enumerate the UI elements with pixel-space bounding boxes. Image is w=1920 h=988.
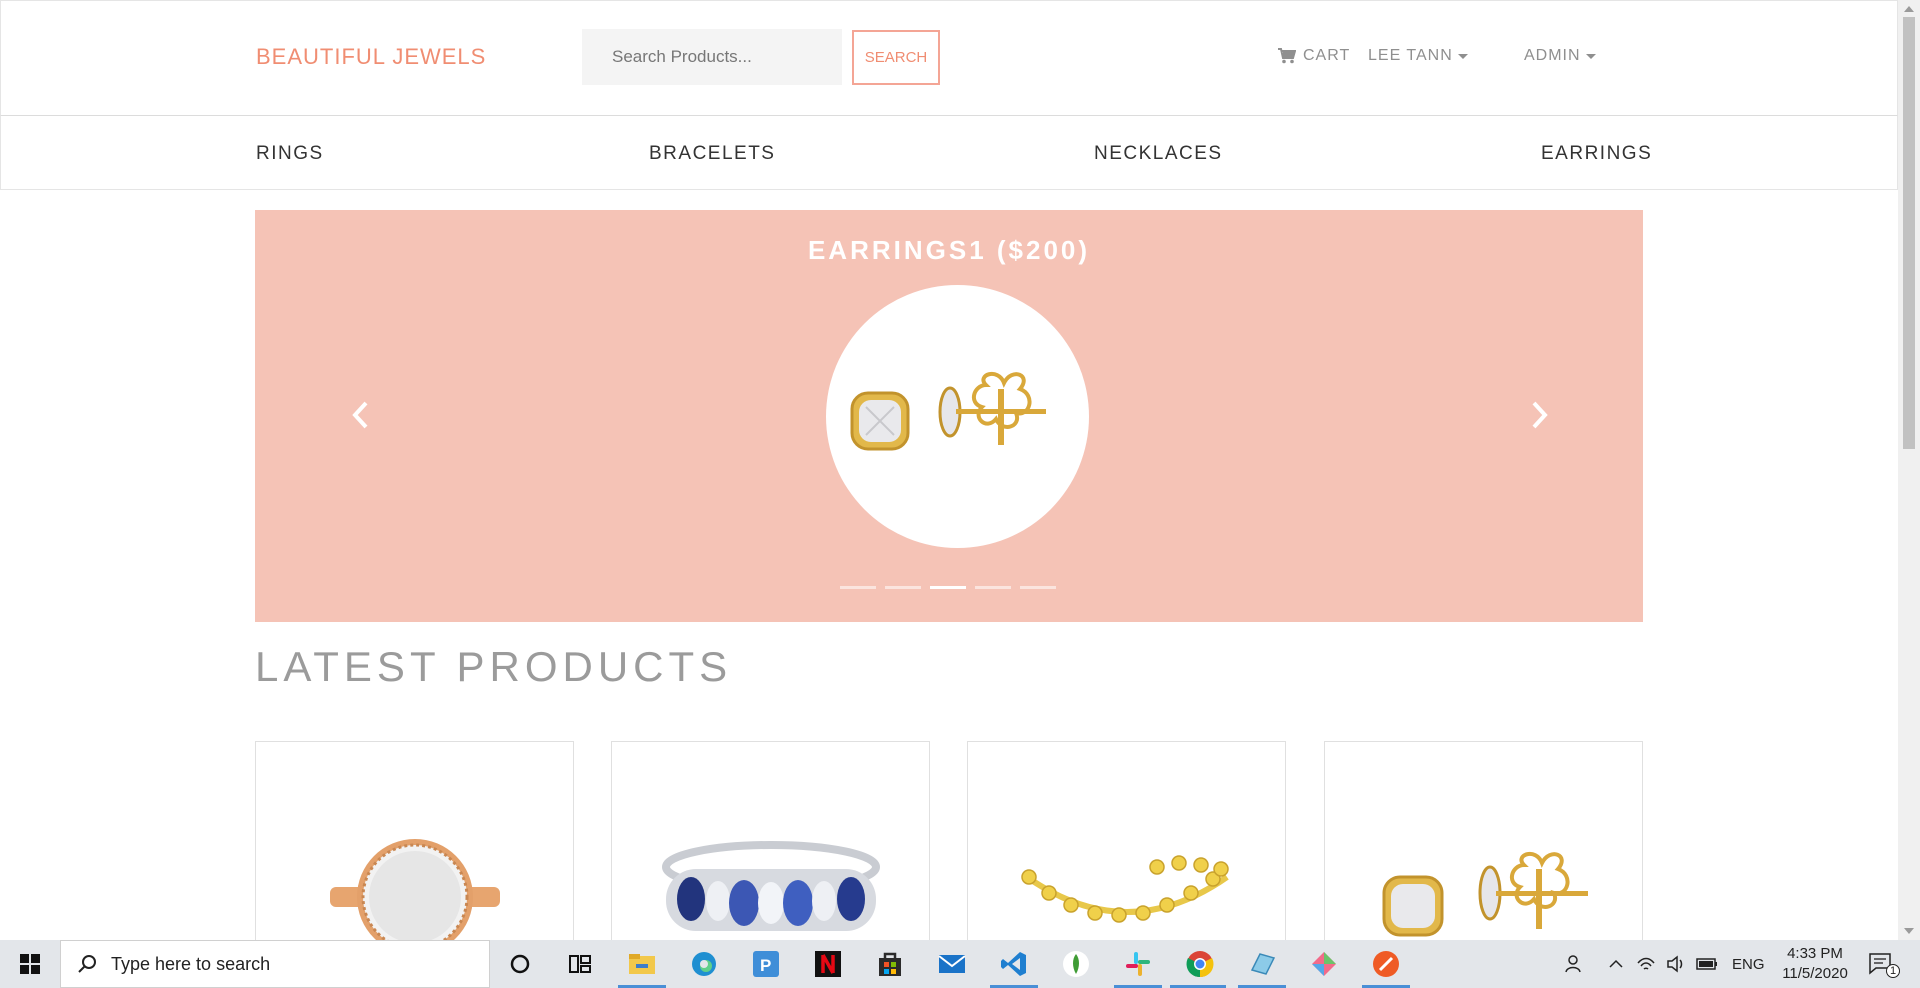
mongodb-compass-icon[interactable]: [1060, 948, 1092, 980]
task-view-icon[interactable]: [564, 948, 596, 980]
clock-time: 4:33 PM: [1787, 945, 1843, 962]
taskbar-search-placeholder: Type here to search: [111, 953, 271, 974]
people-icon[interactable]: [1564, 954, 1584, 974]
carousel-indicators: [840, 586, 1056, 589]
notification-center[interactable]: 1: [1868, 940, 1900, 988]
scroll-thumb[interactable]: [1903, 17, 1915, 449]
site-header: BEAUTIFUL JEWELS SEARCH CART LEE TANN AD…: [0, 0, 1898, 116]
product-card[interactable]: [967, 741, 1286, 940]
carousel-indicator[interactable]: [930, 586, 966, 589]
product-card[interactable]: [255, 741, 574, 940]
volume-icon[interactable]: [1666, 955, 1686, 973]
carousel-indicator[interactable]: [975, 586, 1011, 589]
scrollbar[interactable]: [1898, 0, 1920, 940]
user-label: LEE TANN: [1368, 47, 1453, 64]
chevron-right-icon[interactable]: [1530, 400, 1550, 430]
cart-link[interactable]: CART: [1278, 47, 1350, 65]
search-box: [582, 29, 842, 85]
svg-text:P: P: [760, 956, 771, 975]
edge-icon[interactable]: [688, 948, 720, 980]
carousel-image[interactable]: [826, 285, 1089, 548]
store-icon[interactable]: [874, 948, 906, 980]
battery-icon[interactable]: [1696, 957, 1718, 971]
admin-menu[interactable]: ADMIN: [1524, 47, 1596, 65]
slack-icon[interactable]: [1122, 948, 1154, 980]
wifi-icon[interactable]: [1636, 955, 1656, 973]
clock[interactable]: 4:33 PM 11/5/2020: [1770, 944, 1860, 984]
cortana-icon[interactable]: [504, 948, 536, 980]
admin-label: ADMIN: [1524, 47, 1581, 64]
nav-necklaces[interactable]: NECKLACES: [1094, 143, 1223, 165]
product-carousel: EARRINGS1 ($200): [255, 210, 1643, 622]
sapphire-band-ring-icon: [661, 841, 880, 931]
diamond-stud-earrings-icon: [1382, 851, 1588, 937]
file-explorer-icon[interactable]: [626, 948, 658, 980]
taskbar-search[interactable]: Type here to search: [60, 940, 490, 988]
browser-viewport: BEAUTIFUL JEWELS SEARCH CART LEE TANN AD…: [0, 0, 1920, 940]
nav-earrings[interactable]: EARRINGS: [1541, 143, 1652, 165]
postman-icon[interactable]: [1370, 948, 1402, 980]
user-menu[interactable]: LEE TANN: [1368, 47, 1468, 65]
chevron-left-icon[interactable]: [350, 400, 370, 430]
notes-app-icon[interactable]: [1246, 948, 1278, 980]
category-nav: RINGS BRACELETS NECKLACES EARRINGS: [0, 116, 1898, 190]
gold-bracelet-icon: [1020, 855, 1229, 923]
pandora-icon[interactable]: P: [750, 948, 782, 980]
clock-date: 11/5/2020: [1782, 965, 1848, 982]
nav-rings[interactable]: RINGS: [256, 143, 324, 165]
search-button[interactable]: SEARCH: [852, 30, 940, 85]
netflix-icon[interactable]: [812, 948, 844, 980]
product-card[interactable]: [611, 741, 930, 940]
scroll-down-icon[interactable]: [1904, 928, 1914, 934]
carousel-title[interactable]: EARRINGS1 ($200): [255, 235, 1643, 266]
chevron-down-icon: [1585, 53, 1596, 59]
language-indicator[interactable]: ENG: [1732, 956, 1765, 973]
system-tray: ENG: [1564, 940, 1765, 988]
rose-gold-ring-icon: [329, 839, 500, 940]
chevron-up-icon[interactable]: [1608, 956, 1624, 972]
notification-count: 1: [1886, 964, 1900, 978]
nav-bracelets[interactable]: BRACELETS: [649, 143, 775, 165]
start-button[interactable]: [0, 940, 60, 988]
carousel-indicator[interactable]: [1020, 586, 1056, 589]
diamond-stud-earrings-icon: [850, 371, 1046, 451]
product-card[interactable]: [1324, 741, 1643, 940]
windows-icon: [20, 954, 40, 974]
snip-tool-icon[interactable]: [1308, 948, 1340, 980]
brand-logo[interactable]: BEAUTIFUL JEWELS: [256, 44, 486, 70]
search-input[interactable]: [582, 29, 842, 85]
latest-products-title: LATEST PRODUCTS: [255, 643, 733, 690]
carousel-indicator[interactable]: [885, 586, 921, 589]
cart-label: CART: [1303, 47, 1351, 64]
vscode-icon[interactable]: [998, 948, 1030, 980]
mail-icon[interactable]: [936, 948, 968, 980]
scroll-up-icon[interactable]: [1904, 6, 1914, 12]
chevron-down-icon: [1457, 53, 1468, 59]
cart-icon: [1278, 48, 1296, 64]
search-icon: [78, 955, 96, 973]
windows-taskbar: Type here to search P ENG 4:33 PM 11/5/2…: [0, 940, 1920, 988]
carousel-indicator[interactable]: [840, 586, 876, 589]
chrome-icon[interactable]: [1184, 948, 1216, 980]
